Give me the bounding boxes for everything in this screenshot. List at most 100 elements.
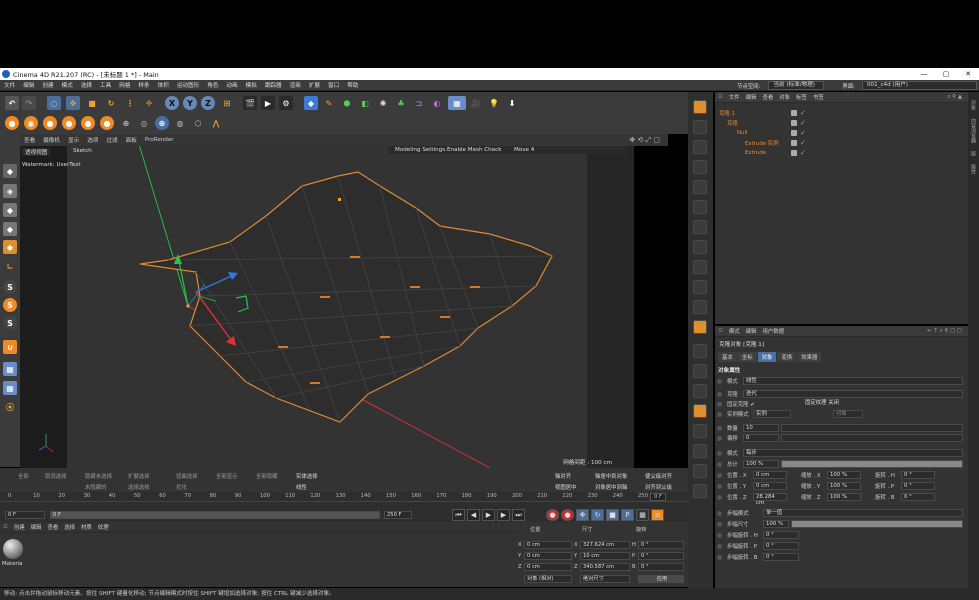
redo-icon[interactable]: ↷ xyxy=(22,96,36,110)
mograph-icon[interactable]: ♣ xyxy=(394,96,408,110)
cmd-linear[interactable]: 线性 xyxy=(296,483,307,491)
attr-row-count[interactable]: 数量 10 xyxy=(715,423,968,433)
key-scale-icon[interactable]: ■ xyxy=(606,509,619,521)
tab-object[interactable]: 对象 xyxy=(757,352,777,362)
strip-icon-11[interactable] xyxy=(693,300,707,314)
visibility-checkbox[interactable] xyxy=(791,140,797,146)
strip-icon-5[interactable] xyxy=(693,180,707,194)
visibility-checkbox[interactable] xyxy=(791,120,797,126)
menu-mograph[interactable]: 运动图形 xyxy=(173,81,203,89)
cube-object-icon[interactable]: ◆ xyxy=(304,96,318,110)
minimize-button[interactable]: — xyxy=(913,68,935,80)
workplane-icon[interactable]: ⊕ xyxy=(155,116,169,130)
edge-mode-icon[interactable]: ● xyxy=(62,116,76,130)
attr-row-total[interactable]: 总计 100 % xyxy=(715,459,968,469)
obj-menu-tags[interactable]: 标签 xyxy=(793,93,810,101)
tab-coord[interactable]: 坐标 xyxy=(737,352,757,362)
play-icon[interactable]: ▶ xyxy=(482,509,495,521)
undo-icon[interactable]: ↶ xyxy=(5,96,19,110)
cmd-all[interactable]: 全部 xyxy=(18,472,29,480)
snap-s-icon-3[interactable]: S xyxy=(3,316,17,330)
strip-icon-13[interactable] xyxy=(693,344,707,358)
node-space-select[interactable]: 当前 (标准/物理) xyxy=(768,81,825,90)
goto-end-icon[interactable]: ⏭ xyxy=(512,509,525,521)
workplane-tool-icon[interactable]: ◆ xyxy=(3,240,17,254)
cmd-select-select[interactable]: 选择选择 xyxy=(128,483,150,491)
object-row-null[interactable]: Null ✓ xyxy=(715,128,968,138)
attr-row-step-mode2[interactable]: 步幅模式 单一值 xyxy=(715,508,968,518)
attr-row-mode[interactable]: 模式 线性 xyxy=(715,376,968,386)
viewport-nav-icons[interactable]: ✥ ⟲ ⤢ ▢ xyxy=(625,136,664,145)
x-axis-lock-icon[interactable]: X xyxy=(165,96,179,110)
timeline-ruler[interactable]: 0 10 20 30 40 50 60 70 80 90 100 110 120 130 140 150 160… xyxy=(0,492,688,502)
extrude-generator-icon[interactable]: ◧ xyxy=(358,96,372,110)
snap-mode-icon[interactable]: ◎ xyxy=(137,116,151,130)
attr-row-step-rot-b[interactable]: 步幅旋转 . B0 ° xyxy=(715,552,968,562)
key-move-icon[interactable]: ✥ xyxy=(576,509,589,521)
menu-mesh[interactable]: 网格 xyxy=(115,81,134,89)
timeline-range-bar[interactable]: 0 F xyxy=(50,511,380,519)
menu-mode[interactable]: 模式 xyxy=(58,81,77,89)
add-tool-icon[interactable]: ✛ xyxy=(142,96,156,110)
enabled-check-icon[interactable]: ✓ xyxy=(800,119,806,127)
strip-icon-14[interactable] xyxy=(693,364,707,378)
attr-row-offset[interactable]: 偏移 0 xyxy=(715,433,968,443)
grid-icon[interactable]: ▦ xyxy=(3,362,17,376)
render-picture-viewer-icon[interactable]: ▶ xyxy=(261,96,275,110)
attr-row-pos-y[interactable]: 位置 . Y0 cm 缩放 . Y 100 % 旋转 . P0 ° xyxy=(715,481,968,491)
render-settings-icon[interactable]: ⚙ xyxy=(279,96,293,110)
floor-icon[interactable]: ▦ xyxy=(448,96,466,110)
z-axis-lock-icon[interactable]: Z xyxy=(201,96,215,110)
attr-row-step-mode[interactable]: 模式 每步 xyxy=(715,448,968,458)
cmd-axis-align[interactable]: 轴对齐 xyxy=(555,472,571,480)
mat-menu-create[interactable]: 创建 xyxy=(11,523,28,531)
attr-row-pos-x[interactable]: 位置 . X0 cm 缩放 . X 100 % 旋转 . H0 ° xyxy=(715,470,968,480)
menu-tools[interactable]: 工具 xyxy=(96,81,115,89)
attr-row-step-size[interactable]: 步幅尺寸 100 % xyxy=(715,519,968,529)
tab-basic[interactable]: 基本 xyxy=(718,352,737,362)
record-icon[interactable]: ● xyxy=(546,509,559,521)
menu-character[interactable]: 角色 xyxy=(203,81,222,89)
cloner-icon[interactable]: ✺ xyxy=(376,96,390,110)
prev-frame-icon[interactable]: ◀ xyxy=(467,509,480,521)
download-icon[interactable]: ⬇ xyxy=(505,96,519,110)
menu-render[interactable]: 渲染 xyxy=(286,81,305,89)
attr-row-fix-clone[interactable]: 固定克隆 ✔ 固定纹理 关闭 xyxy=(715,399,968,409)
render-view-icon[interactable]: 🎬 xyxy=(243,96,257,110)
enabled-check-icon[interactable]: ✓ xyxy=(800,139,806,147)
scale-tool-icon[interactable]: ■ xyxy=(85,96,99,110)
y-axis-lock-icon[interactable]: Y xyxy=(183,96,197,110)
viewport-menu-prorender[interactable]: ProRender xyxy=(141,137,178,143)
menu-spline[interactable]: 样条 xyxy=(134,81,153,89)
visibility-checkbox[interactable] xyxy=(791,110,797,116)
cmd-deselect[interactable]: 取消选择 xyxy=(45,472,67,480)
obj-menu-view[interactable]: 查看 xyxy=(759,93,776,101)
lock-icon[interactable]: ⦿ xyxy=(3,400,17,414)
obj-menu-object[interactable]: 对象 xyxy=(776,93,793,101)
strip-icon-7[interactable] xyxy=(693,220,707,234)
object-row-clone[interactable]: 克隆 ✓ xyxy=(715,118,968,128)
obj-menu-edit[interactable]: 编辑 xyxy=(743,93,760,101)
enabled-check-icon[interactable]: ✓ xyxy=(800,109,806,117)
strip-icon-15[interactable] xyxy=(693,384,707,398)
cmd-unhidden[interactable]: 未隐藏的 xyxy=(85,483,107,491)
cmd-solid-select[interactable]: 实体选择 xyxy=(296,472,318,480)
strip-icon-8[interactable] xyxy=(693,240,707,254)
model-mode-icon[interactable]: ● xyxy=(5,116,19,130)
field-icon[interactable]: ◐ xyxy=(430,96,444,110)
object-row-clone1[interactable]: 克隆.1 ✓ xyxy=(715,108,968,118)
object-row-extrude[interactable]: Extrude ✓ xyxy=(715,148,968,158)
attr-row-instance-mode[interactable]: 实例模式 实例 对象 xyxy=(715,409,968,419)
light-icon[interactable]: 💡 xyxy=(487,96,501,110)
close-button[interactable]: ✕ xyxy=(957,68,979,80)
key-param-icon[interactable]: P xyxy=(621,509,634,521)
goto-start-icon[interactable]: ⏮ xyxy=(452,509,465,521)
tab-effectors[interactable]: 效果器 xyxy=(797,352,822,362)
cmd-object-center[interactable]: 对象居中到轴 xyxy=(595,483,627,491)
object-row-extrude-instance[interactable]: Extrude 实例 ✓ xyxy=(715,138,968,148)
attr-row-step-rot-p[interactable]: 步幅旋转 . P0 ° xyxy=(715,541,968,551)
snap-s-icon-1[interactable]: S xyxy=(3,280,17,294)
point-mode-icon[interactable]: ● xyxy=(43,116,57,130)
obj-menu-bookmarks[interactable]: 书签 xyxy=(810,93,827,101)
pen-spline-icon[interactable]: ✎ xyxy=(322,96,336,110)
